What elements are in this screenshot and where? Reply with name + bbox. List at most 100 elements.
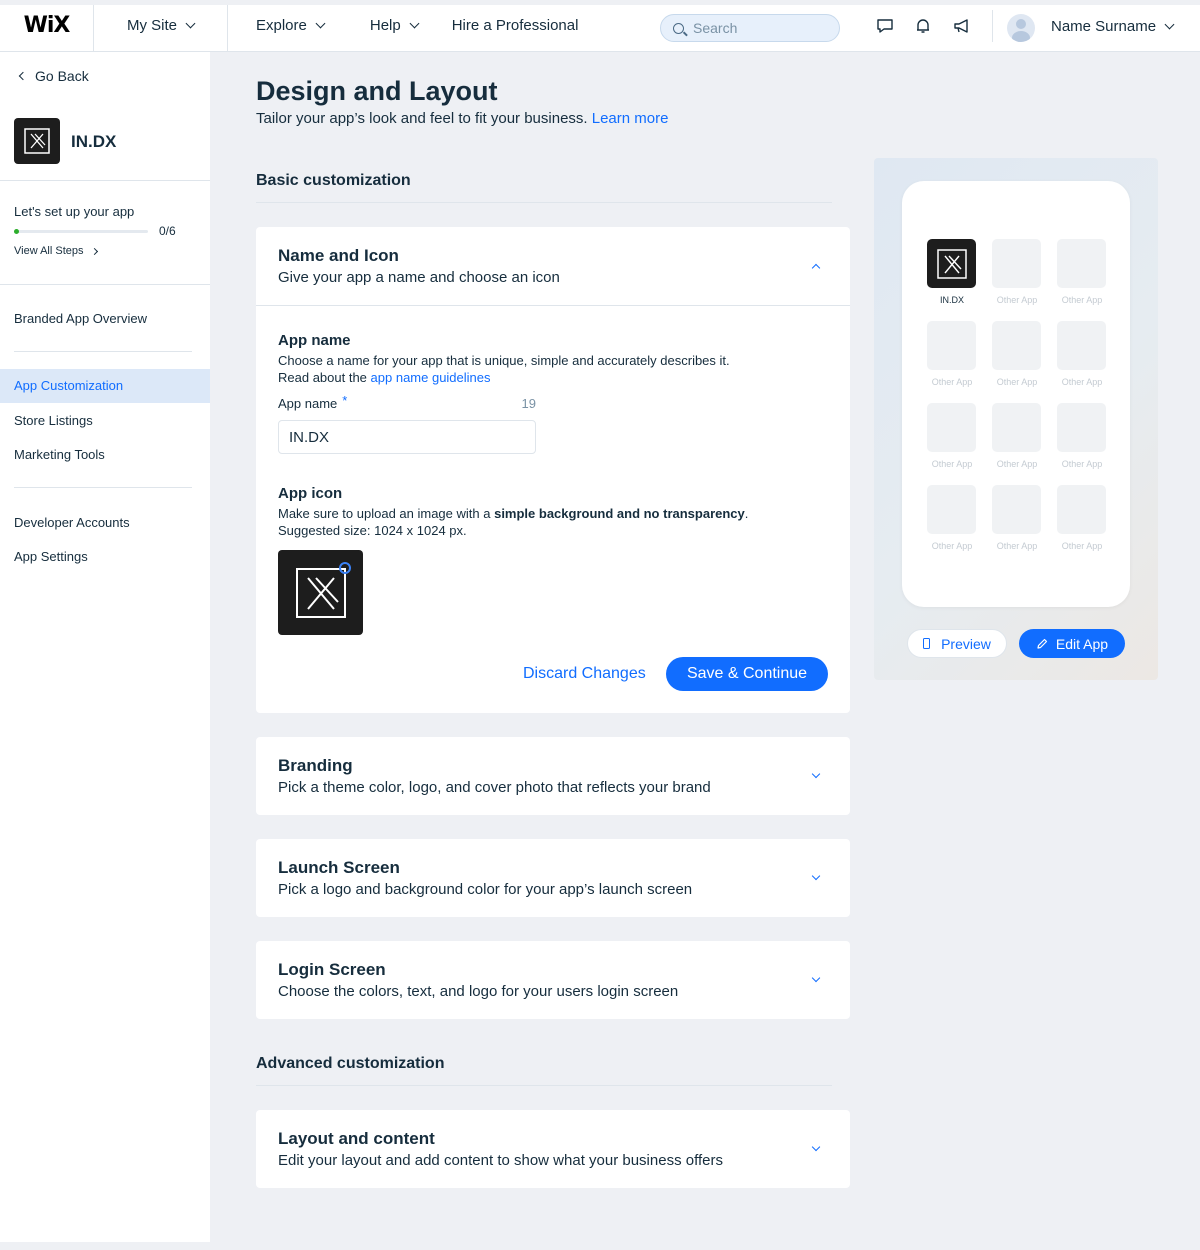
browser-strip <box>0 0 1200 5</box>
chevron-up-icon[interactable] <box>811 263 821 273</box>
my-site-menu[interactable]: My Site <box>94 0 228 52</box>
learn-more-link[interactable]: Learn more <box>592 110 669 127</box>
sidebar-item-developer-accounts[interactable]: Developer Accounts <box>14 515 130 530</box>
chevron-down-icon[interactable] <box>811 973 821 983</box>
wix-logo[interactable]: WiX <box>0 0 94 52</box>
card-title: Name and Icon <box>278 246 399 265</box>
sidebar-item-store-listings[interactable]: Store Listings <box>14 413 93 428</box>
app-icon-image <box>295 567 346 618</box>
sidebar-divider <box>14 351 192 352</box>
other-app-label: Other App <box>1061 459 1103 469</box>
other-app-tile <box>992 403 1041 452</box>
nav-hire-professional[interactable]: Hire a Professional <box>432 0 607 52</box>
card-title: Layout and content <box>278 1129 435 1148</box>
sidebar-item-label: App Customization <box>14 378 124 393</box>
sidebar-item-marketing-tools[interactable]: Marketing Tools <box>14 447 105 462</box>
sidebar-divider <box>0 284 210 285</box>
save-and-continue-button[interactable]: Save & Continue <box>666 657 828 691</box>
bell-icon[interactable] <box>914 18 932 34</box>
phone-mockup: IN.DX Other App Other App Other App Othe… <box>902 181 1130 607</box>
other-app-label: Other App <box>1061 377 1103 387</box>
card-subtitle: Pick a logo and background color for you… <box>278 881 693 898</box>
chevron-down-icon <box>409 18 420 29</box>
chat-icon[interactable] <box>876 18 894 34</box>
sidebar-item-app-customization[interactable]: App Customization <box>0 369 210 403</box>
read-about-text: Read about the <box>278 370 367 385</box>
app-icon-upload[interactable] <box>278 550 363 635</box>
sidebar-item-app-settings[interactable]: App Settings <box>14 549 88 564</box>
edit-handle-icon[interactable] <box>339 562 351 574</box>
app-name-label-row: App name * 19 <box>278 393 536 411</box>
preview-button-label: Preview <box>941 635 991 652</box>
section-divider <box>256 202 832 203</box>
page-subtitle-text: Tailor your app’s look and feel to fit y… <box>256 110 588 127</box>
login-screen-card[interactable]: Login Screen Choose the colors, text, an… <box>256 941 850 1019</box>
layout-content-card[interactable]: Layout and content Edit your layout and … <box>256 1110 850 1188</box>
other-app-label: Other App <box>996 377 1038 387</box>
preview-button[interactable]: Preview <box>907 629 1007 658</box>
other-app-label: Other App <box>996 459 1038 469</box>
discard-changes-button[interactable]: Discard Changes <box>523 665 646 683</box>
other-app-tile <box>927 321 976 370</box>
card-subtitle: Choose the colors, text, and logo for yo… <box>278 983 679 1000</box>
view-all-steps-link[interactable]: View All Steps <box>14 245 98 257</box>
other-app-tile <box>1057 239 1106 288</box>
setup-progress-bar <box>14 229 148 234</box>
chevron-down-icon[interactable] <box>811 1142 821 1152</box>
other-app-label: Other App <box>931 541 973 551</box>
setup-progress-count: 0/6 <box>159 224 176 238</box>
search-input[interactable]: Search <box>660 14 840 42</box>
app-title: IN.DX <box>71 132 117 151</box>
app-icon-desc-line: Make sure to upload an image with a simp… <box>278 505 748 522</box>
app-icon-description: Make sure to upload an image with a simp… <box>278 505 748 539</box>
other-app-label: Other App <box>996 541 1038 551</box>
name-and-icon-card: Name and Icon Give your app a name and c… <box>256 227 850 713</box>
icon-desc-post: . <box>744 506 749 521</box>
basic-customization-heading: Basic customization <box>256 172 411 189</box>
other-app-tile <box>1057 321 1106 370</box>
my-site-label: My Site <box>126 17 177 34</box>
required-marker: * <box>342 393 348 408</box>
icon-desc-bold: simple background and no transparency <box>494 506 745 521</box>
nav-explore[interactable]: Explore <box>228 0 352 52</box>
user-menu[interactable]: Name Surname <box>1051 18 1175 35</box>
other-app-tile <box>992 239 1041 288</box>
app-icon-title: App icon <box>278 485 343 502</box>
megaphone-icon[interactable] <box>953 18 971 34</box>
chevron-down-icon <box>1164 19 1175 30</box>
chevron-down-icon[interactable] <box>811 871 821 881</box>
avatar[interactable] <box>1007 14 1035 42</box>
chevron-down-icon <box>315 18 326 29</box>
other-app-label: Other App <box>996 295 1038 305</box>
user-name-label: Name Surname <box>1051 18 1157 35</box>
app-name-title: App name <box>278 332 351 349</box>
sidebar-divider <box>14 487 192 488</box>
other-app-tile <box>1057 403 1106 452</box>
app-name-field-label: App name <box>278 396 338 411</box>
launch-screen-card[interactable]: Launch Screen Pick a logo and background… <box>256 839 850 917</box>
other-app-tile <box>1057 485 1106 534</box>
edit-app-button-label: Edit App <box>1055 635 1109 652</box>
sidebar-divider <box>0 180 210 181</box>
app-preview-panel: IN.DX Other App Other App Other App Othe… <box>874 158 1158 680</box>
app-name-input[interactable] <box>278 420 536 454</box>
card-title: Branding <box>278 756 353 775</box>
topbar-divider <box>992 10 993 42</box>
other-app-tile <box>992 321 1041 370</box>
icon-desc-pre: Make sure to upload an image with a <box>278 506 491 521</box>
app-logo-icon <box>14 118 60 164</box>
nav-explore-label: Explore <box>256 17 307 34</box>
setup-title: Let's set up your app <box>14 204 135 219</box>
chevron-left-icon <box>18 71 28 81</box>
app-name-guidelines-link[interactable]: app name guidelines <box>371 370 491 385</box>
chevron-down-icon[interactable] <box>811 769 821 779</box>
app-tile-label: IN.DX <box>939 295 964 305</box>
nav-help[interactable]: Help <box>352 0 432 52</box>
go-back-link[interactable]: Go Back <box>18 68 89 84</box>
other-app-label: Other App <box>931 377 973 387</box>
edit-app-button[interactable]: Edit App <box>1019 629 1125 658</box>
branding-card[interactable]: Branding Pick a theme color, logo, and c… <box>256 737 850 815</box>
chevron-down-icon <box>185 18 196 29</box>
app-tile-main <box>927 239 976 288</box>
sidebar-item-branded-app-overview[interactable]: Branded App Overview <box>14 311 147 326</box>
